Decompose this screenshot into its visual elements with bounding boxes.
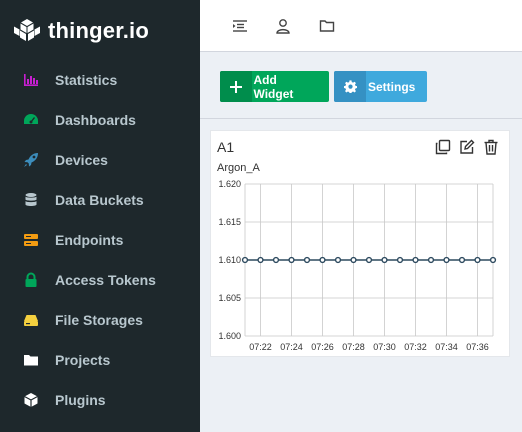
x-tick-label: 07:22 xyxy=(249,342,272,352)
data-point xyxy=(474,256,481,264)
data-point xyxy=(334,256,342,264)
sidebar-item-data-buckets[interactable]: Data Buckets xyxy=(0,180,200,220)
data-point xyxy=(427,256,435,264)
gear-icon xyxy=(334,71,366,102)
edit-icon[interactable] xyxy=(459,139,475,155)
sidebar-item-endpoints[interactable]: Endpoints xyxy=(0,220,200,260)
sidebar-item-label: Projects xyxy=(55,352,111,368)
bar-chart-icon xyxy=(22,71,40,89)
x-tick-label: 07:34 xyxy=(435,342,458,352)
y-tick-label: 1.610 xyxy=(218,255,241,265)
data-point xyxy=(489,256,497,264)
sidebar-item-statistics[interactable]: Statistics xyxy=(0,60,200,100)
content-divider xyxy=(200,118,522,119)
settings-button[interactable]: Settings xyxy=(334,71,427,102)
copy-icon[interactable] xyxy=(435,139,451,155)
sidebar-item-label: Access Tokens xyxy=(55,272,156,288)
folder-icon[interactable] xyxy=(319,18,335,34)
data-point xyxy=(381,256,388,264)
y-tick-label: 1.615 xyxy=(218,217,241,227)
x-tick-label: 07:26 xyxy=(311,342,334,352)
sidebar-item-label: Devices xyxy=(55,152,108,168)
widget-title: A1 xyxy=(217,139,235,155)
add-widget-label: Add Widget xyxy=(253,72,294,101)
y-tick-label: 1.600 xyxy=(218,331,241,341)
sidebar-item-label: Endpoints xyxy=(55,232,124,248)
sidebar-item-access-tokens[interactable]: Access Tokens xyxy=(0,260,200,300)
x-tick-label: 07:28 xyxy=(342,342,365,352)
plus-icon xyxy=(220,71,252,102)
top-navbar xyxy=(200,0,522,52)
cube-icon xyxy=(22,391,40,409)
folder-icon xyxy=(22,351,40,369)
hdd-icon xyxy=(22,311,40,329)
data-point xyxy=(241,256,249,264)
sidebar-item-label: Dashboards xyxy=(55,112,136,128)
data-point xyxy=(458,256,466,264)
legend-series-label: Argon_A xyxy=(217,162,260,174)
y-tick-label: 1.605 xyxy=(218,293,241,303)
data-point xyxy=(303,256,311,264)
logo-icon xyxy=(14,19,40,41)
sidebar-item-label: Data Buckets xyxy=(55,192,144,208)
data-point xyxy=(257,256,264,264)
widget-toolbar xyxy=(435,139,499,155)
chart-widget: A1 Argon_A 1.620 1.615 1.610 1.605 1.600 07:… xyxy=(210,130,510,357)
brand-name: thinger.io xyxy=(48,18,149,43)
data-point xyxy=(443,256,450,264)
data-point xyxy=(396,256,404,264)
sidebar-item-dashboards[interactable]: Dashboards xyxy=(0,100,200,140)
database-icon xyxy=(22,191,40,209)
lock-icon xyxy=(22,271,40,289)
gauge-icon xyxy=(22,111,40,129)
trash-icon[interactable] xyxy=(483,139,499,155)
sidebar-item-plugins[interactable]: Plugins xyxy=(0,380,200,420)
line-chart: Argon_A 1.620 1.615 1.610 1.605 1.600 07:22 0… xyxy=(217,162,497,352)
data-point xyxy=(272,256,280,264)
data-point xyxy=(350,256,357,264)
sidebar-item-label: Statistics xyxy=(55,72,118,88)
settings-label: Settings xyxy=(368,79,416,94)
add-widget-button[interactable]: Add Widget xyxy=(220,71,329,102)
data-point xyxy=(288,256,295,264)
sidebar-item-label: File Storages xyxy=(55,312,143,328)
server-icon xyxy=(22,231,40,249)
sidebar-menu: Statistics Dashboards Devices Data Bucke… xyxy=(0,60,200,420)
x-tick-label: 07:30 xyxy=(373,342,396,352)
sidebar: thinger.io Statistics Dashboards Devices… xyxy=(0,0,200,432)
brand[interactable]: thinger.io xyxy=(12,14,149,48)
y-tick-label: 1.620 xyxy=(218,179,241,189)
x-tick-label: 07:24 xyxy=(280,342,303,352)
x-tick-label: 07:36 xyxy=(466,342,489,352)
rocket-icon xyxy=(22,151,40,169)
sidebar-item-file-storages[interactable]: File Storages xyxy=(0,300,200,340)
data-point xyxy=(365,256,373,264)
sidebar-item-projects[interactable]: Projects xyxy=(0,340,200,380)
data-point xyxy=(412,256,419,264)
x-tick-label: 07:32 xyxy=(404,342,427,352)
sidebar-item-label: Plugins xyxy=(55,392,106,408)
sidebar-item-devices[interactable]: Devices xyxy=(0,140,200,180)
toggle-sidebar-icon[interactable] xyxy=(232,18,248,34)
data-point xyxy=(319,256,326,264)
user-icon[interactable] xyxy=(275,18,291,34)
